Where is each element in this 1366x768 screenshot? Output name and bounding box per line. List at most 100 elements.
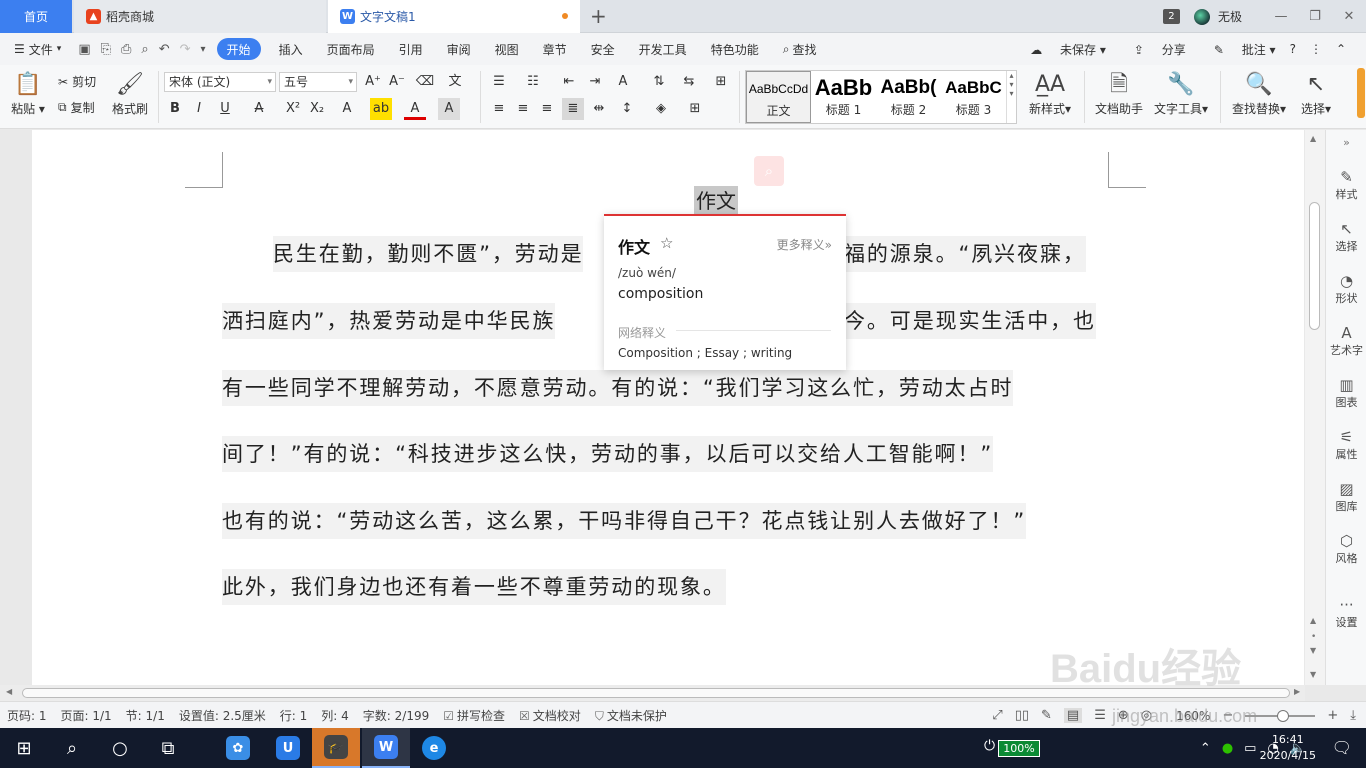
minimize-icon[interactable]: — (1264, 9, 1298, 24)
battery-indicator[interactable]: 100% (998, 740, 1040, 757)
side-properties-button[interactable]: ⚟ 属性 (1326, 428, 1366, 462)
new-tab-icon[interactable]: + (590, 4, 607, 28)
line-spacing-icon[interactable]: ↕ (616, 98, 638, 120)
task-view-icon[interactable]: ⧉ (144, 728, 192, 768)
menu-start[interactable]: 开始 (216, 38, 261, 60)
window-count-badge[interactable]: 2 (1162, 9, 1180, 24)
format-painter-button[interactable]: 🖌 格式刷 (106, 70, 154, 117)
font-size-select[interactable]: 五号 (279, 72, 357, 92)
undo-icon[interactable]: ↶ (154, 42, 175, 57)
style-normal[interactable]: AaBbCcDd 正文 (746, 71, 811, 123)
menu-security[interactable]: 安全 (579, 33, 627, 65)
print-icon[interactable]: ⎙ (116, 42, 136, 57)
avatar[interactable] (1193, 8, 1210, 25)
file-menu[interactable]: ☰ 文件 ▾ (0, 33, 73, 65)
more-icon[interactable]: ⋮ (1310, 42, 1322, 56)
new-style-button[interactable]: A̲A 新样式▾ (1024, 70, 1076, 117)
taskbar-search-icon[interactable]: ⌕ (48, 728, 96, 768)
status-setting[interactable]: 设置值: 2.5厘米 (172, 707, 273, 724)
style-heading-1[interactable]: AaBb 标题 1 (811, 71, 876, 123)
dict-more-link[interactable]: 更多释义» (777, 236, 832, 253)
share-button[interactable]: ⇪ 分享 (1120, 41, 1186, 58)
style-scroll[interactable]: ▴ ▾ ▾ (1006, 71, 1016, 123)
increase-indent-icon[interactable]: ⇥ (584, 71, 606, 93)
justify-icon[interactable]: ≣ (562, 98, 584, 120)
tray-network-device-icon[interactable]: ▭ (1244, 741, 1256, 756)
menu-insert[interactable]: 插入 (267, 33, 315, 65)
decrease-indent-icon[interactable]: ⇤ (558, 71, 580, 93)
borders-icon[interactable]: ⊞ (684, 98, 706, 120)
bullet-list-icon[interactable]: ☰ (488, 71, 510, 93)
ribbon-scroll-thumb[interactable] (1357, 68, 1365, 118)
superscript-icon[interactable]: X² (282, 98, 304, 120)
scroll-thumb[interactable] (1309, 202, 1320, 330)
paragraph-line[interactable]: 间了！”有的说：“科技进步这么快，劳动的事，以后可以交给人工智能啊！” (222, 436, 994, 472)
taskbar-app-icon[interactable]: 🎓 (312, 728, 360, 768)
find-replace-button[interactable]: 🔍 查找替换▾ (1228, 70, 1290, 117)
numbered-list-icon[interactable]: ☷ (522, 71, 544, 93)
next-page-icon[interactable]: ▼ (1310, 646, 1316, 655)
paragraph-line[interactable]: 今。可是现实生活中，也 (844, 303, 1096, 339)
cortana-icon[interactable]: ○ (96, 728, 144, 768)
select-button[interactable]: ↖ 选择▾ (1294, 70, 1338, 117)
restore-icon[interactable]: ❐ (1298, 9, 1332, 24)
strikethrough-icon[interactable]: A (248, 98, 270, 120)
side-wordart-button[interactable]: A 艺术字 (1326, 324, 1366, 358)
taskbar-wps-icon[interactable]: W (362, 728, 410, 768)
style-heading-2[interactable]: AaBb( 标题 2 (876, 71, 941, 123)
align-center-icon[interactable]: ≡ (512, 98, 534, 120)
protect-button[interactable]: ⛉ 文档未保护 (588, 707, 674, 724)
paragraph-line[interactable]: 民生在勤，勤则不匮”，劳动是 (273, 236, 584, 272)
bold-icon[interactable]: B (164, 98, 186, 120)
text-tools-button[interactable]: 🔧 文字工具▾ (1150, 70, 1212, 117)
status-page-no[interactable]: 页码: 1 (0, 707, 54, 724)
paragraph-line[interactable]: 福的源泉。“夙兴夜寐， (844, 236, 1086, 272)
fullscreen-icon[interactable]: ⤢ (992, 708, 1002, 723)
scroll-right-icon[interactable]: ▶ (1294, 687, 1300, 696)
font-color-icon[interactable]: A (404, 98, 426, 120)
table-grid-icon[interactable]: ⊞ (710, 71, 732, 93)
distributed-icon[interactable]: ⇹ (588, 98, 610, 120)
align-left-icon[interactable]: ≡ (488, 98, 510, 120)
windows-start-icon[interactable]: ⊞ (0, 728, 48, 768)
tab-home[interactable]: 首页 (0, 0, 72, 33)
text-effect-icon[interactable]: A (336, 98, 358, 120)
highlight-icon[interactable]: ab (370, 98, 392, 120)
cut-button[interactable]: ✂ 剪切 (58, 73, 96, 90)
outline-view-icon[interactable]: ☰ (1094, 708, 1106, 723)
menu-search[interactable]: ⌕ 查找 (771, 33, 829, 65)
side-gallery-button[interactable]: ▨ 图库 (1326, 480, 1366, 514)
clear-format-icon[interactable]: ⌫ (414, 71, 436, 93)
collapse-panel-icon[interactable]: » (1326, 136, 1366, 149)
side-shape-button[interactable]: ◔ 形状 (1326, 272, 1366, 306)
page-nav-icon[interactable]: • (1311, 632, 1316, 642)
read-mode-icon[interactable]: ▯▯ (1015, 708, 1029, 723)
status-row[interactable]: 行: 1 (273, 707, 315, 724)
taskbar-app-icon[interactable]: ✿ (214, 728, 262, 768)
notification-icon[interactable]: 🗨 (1332, 738, 1352, 757)
wechat-icon[interactable]: ● (1222, 741, 1233, 756)
comment-button[interactable]: ✎ 批注 ▾ (1200, 41, 1276, 58)
menu-references[interactable]: 引用 (387, 33, 435, 65)
side-chart-button[interactable]: ▥ 图表 (1326, 376, 1366, 410)
side-theme-button[interactable]: ⬡ 风格 (1326, 532, 1366, 566)
status-col[interactable]: 列: 4 (314, 707, 356, 724)
floating-search-icon[interactable]: ⌕ (754, 156, 784, 186)
paragraph-line[interactable]: 此外，我们身边也还有着一些不尊重劳动的现象。 (222, 569, 726, 605)
status-section[interactable]: 节: 1/1 (119, 707, 172, 724)
scroll-down-icon[interactable]: ▼ (1310, 670, 1316, 679)
write-mode-icon[interactable]: ✎ (1041, 708, 1052, 723)
status-pages[interactable]: 页面: 1/1 (54, 707, 119, 724)
document-title[interactable]: 作文 (694, 186, 738, 216)
menu-section[interactable]: 章节 (531, 33, 579, 65)
side-select-button[interactable]: ↖ 选择 (1326, 220, 1366, 254)
subscript-icon[interactable]: X₂ (306, 98, 328, 120)
char-shading-icon[interactable]: A (438, 98, 460, 120)
export-icon[interactable]: ⎘ (96, 42, 116, 57)
help-icon[interactable]: ? (1290, 42, 1296, 56)
collapse-ribbon-icon[interactable]: ⌃ (1336, 42, 1346, 56)
italic-icon[interactable]: I (188, 98, 210, 120)
vertical-scrollbar[interactable]: ▲ ▲ • ▼ ▼ (1305, 130, 1325, 685)
proof-button[interactable]: ☒ 文档校对 (512, 707, 588, 724)
save-icon[interactable]: ▣ (73, 42, 95, 57)
